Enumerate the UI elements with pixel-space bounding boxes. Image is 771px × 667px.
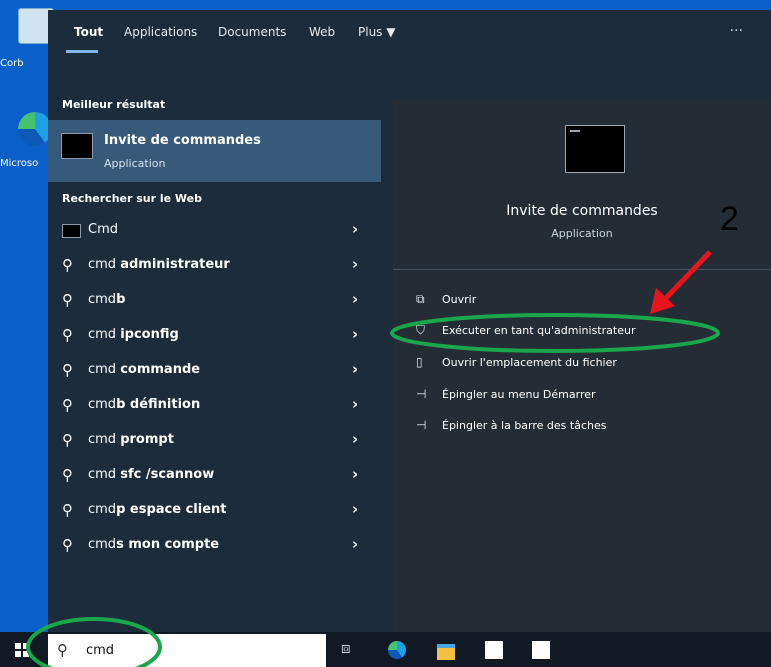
annotation-overlay [26,250,720,667]
highlight-ellipse-admin [390,313,720,353]
annotation-step-number: 2 [720,200,739,238]
annotation-arrow [662,250,712,302]
highlight-ellipse-search [26,617,162,667]
